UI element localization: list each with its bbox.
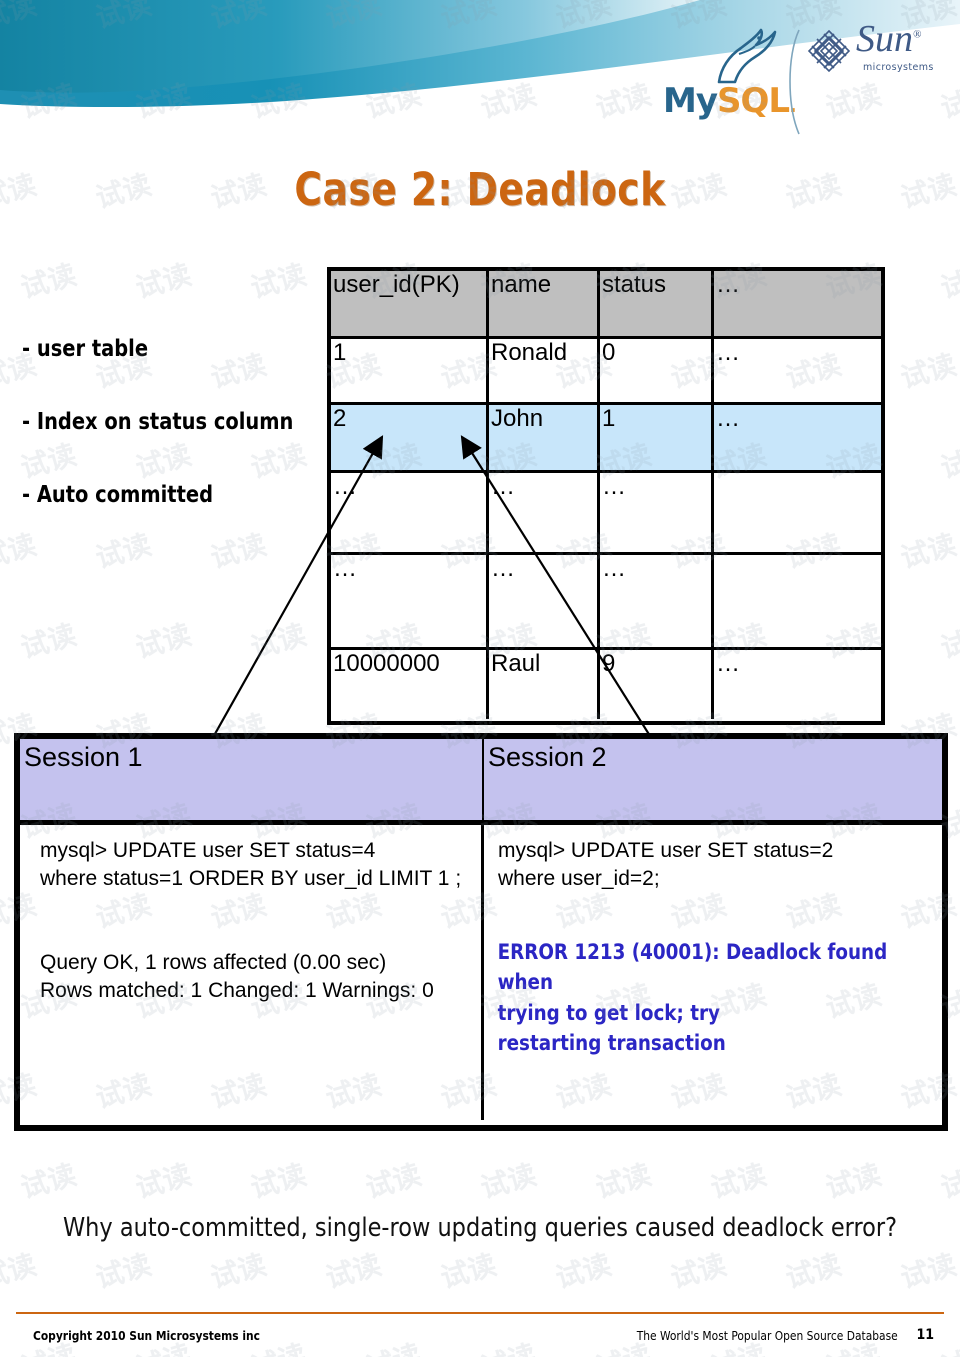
cell-user-id: 1: [331, 339, 489, 402]
watermark-text: 试读: [821, 1157, 885, 1206]
cell-status: 9: [600, 650, 714, 719]
watermark-text: 试读: [591, 1157, 655, 1206]
watermark-text: 试读: [436, 1247, 500, 1296]
watermark-text: 试读: [246, 1157, 310, 1206]
watermark-text: 试读: [361, 1157, 425, 1206]
session1-spacer: [20, 893, 481, 937]
sun-wordmark-text: Sun: [856, 18, 913, 60]
session2-body: mysql> UPDATE user SET status=2 where us…: [484, 825, 942, 1120]
cell-more: …: [716, 405, 740, 432]
session1-header: Session 1: [20, 739, 484, 820]
cell-name: John: [489, 405, 600, 470]
session2-spacer: [484, 893, 942, 937]
sun-logo: Sun® microsystems: [806, 20, 954, 94]
user-table-header-status: status: [600, 271, 714, 336]
cell-user-id: 10000000: [331, 650, 489, 719]
cell-more: …: [716, 339, 740, 366]
bullet-item-user-table: - user table: [22, 336, 149, 362]
table-row: 10000000 Raul 9 …: [331, 650, 881, 719]
sun-subtitle: microsystems: [863, 62, 934, 73]
cell-name: …: [489, 555, 600, 647]
table-row: … … …: [331, 555, 881, 650]
watermark-text: 试读: [896, 1247, 960, 1296]
sessions-table: Session 1 Session 2 mysql> UPDATE user S…: [14, 733, 948, 1131]
cell-user-id: 2: [331, 405, 489, 470]
cell-more: [714, 555, 881, 647]
user-table-header-row: user_id(PK) name status …: [331, 271, 881, 339]
summary-question: Why auto-committed, single-row updating …: [62, 1213, 898, 1243]
bullet-item-auto-commit: - Auto committed: [22, 482, 213, 508]
cell-name: Ronald: [489, 339, 600, 402]
watermark-text: 试读: [91, 1247, 155, 1296]
logo-area: MySQL. Sun® microsystems: [663, 14, 954, 135]
cell-more: …: [716, 650, 740, 677]
cell-user-id: …: [331, 473, 489, 552]
watermark-text: 试读: [896, 347, 960, 396]
cell-status: 1: [600, 405, 714, 470]
watermark-text: 试读: [936, 1157, 960, 1206]
table-row: … … …: [331, 473, 881, 555]
watermark-text: 试读: [246, 257, 310, 306]
watermark-text: 试读: [936, 437, 960, 486]
cell-more: [714, 473, 881, 552]
session1-body: mysql> UPDATE user SET status=4 where st…: [20, 825, 484, 1120]
watermark-text: 试读: [666, 1247, 730, 1296]
session2-query: mysql> UPDATE user SET status=2 where us…: [498, 839, 834, 890]
user-table-header-name: name: [489, 271, 600, 336]
watermark-text: 试读: [936, 257, 960, 306]
session1-result: Query OK, 1 rows affected (0.00 sec) Row…: [40, 950, 434, 1002]
watermark-text: 试读: [0, 1247, 40, 1296]
footer-copyright: Copyright 2010 Sun Microsystems inc: [33, 1328, 260, 1343]
bullet-item-index-status: - Index on status column: [22, 409, 294, 435]
watermark-text: 试读: [551, 1247, 615, 1296]
sun-registered-icon: ®: [913, 28, 922, 41]
footer-divider: [16, 1312, 944, 1314]
page-title: Case 2: Deadlock: [294, 163, 666, 216]
mysql-wordmark-my: My: [663, 81, 718, 121]
user-table-header-more: …: [716, 271, 740, 298]
watermark-text: 试读: [321, 1247, 385, 1296]
session1-title: Session 1: [24, 742, 143, 772]
footer-page-number: 11: [916, 1327, 934, 1343]
watermark-text: 试读: [936, 617, 960, 666]
user-table: user_id(PK) name status … 1 Ronald 0 … 2…: [327, 267, 885, 725]
watermark-text: 试读: [131, 257, 195, 306]
footer-tagline: The World's Most Popular Open Source Dat…: [637, 1328, 898, 1343]
watermark-text: 试读: [16, 617, 80, 666]
watermark-text: 试读: [16, 257, 80, 306]
bullet-list: - user table - Index on status column - …: [22, 336, 322, 555]
cell-status: …: [600, 473, 714, 552]
watermark-text: 试读: [246, 617, 310, 666]
cell-name: Raul: [489, 650, 600, 719]
watermark-text: 试读: [131, 1157, 195, 1206]
cell-user-id: …: [331, 555, 489, 647]
mysql-wordmark: MySQL.: [663, 81, 797, 121]
cell-status: 0: [600, 339, 714, 402]
watermark-text: 试读: [476, 1157, 540, 1206]
session2-header: Session 2: [484, 739, 942, 820]
footer: Copyright 2010 Sun Microsystems inc The …: [16, 1322, 944, 1352]
watermark-text: 试读: [781, 1247, 845, 1296]
dolphin-icon: [717, 28, 777, 84]
cell-status: …: [600, 555, 714, 647]
session2-title: Session 2: [488, 742, 607, 772]
watermark-text: 试读: [706, 1157, 770, 1206]
table-row: 1 Ronald 0 …: [331, 339, 881, 405]
mysql-wordmark-sql: SQL: [717, 81, 790, 121]
watermark-text: 试读: [131, 617, 195, 666]
session1-query: mysql> UPDATE user SET status=4 where st…: [40, 839, 462, 890]
user-table-header-user-id: user_id(PK): [331, 271, 489, 336]
sessions-body-row: mysql> UPDATE user SET status=4 where st…: [20, 825, 942, 1120]
mysql-logo: MySQL.: [663, 28, 800, 135]
watermark-text: 试读: [16, 1157, 80, 1206]
slide-root: MySQL. Sun® microsystems Case 2: Deadloc…: [0, 0, 960, 1357]
session2-error-message: ERROR 1213 (40001): Deadlock found when …: [497, 939, 888, 1056]
watermark-text: 试读: [896, 527, 960, 576]
table-row-highlighted: 2 John 1 …: [331, 405, 881, 473]
cell-name: …: [489, 473, 600, 552]
sun-diamond-icon: [807, 29, 851, 73]
watermark-text: 试读: [206, 1247, 270, 1296]
sun-wordmark: Sun®: [856, 20, 921, 58]
sessions-header-row: Session 1 Session 2: [20, 739, 942, 825]
